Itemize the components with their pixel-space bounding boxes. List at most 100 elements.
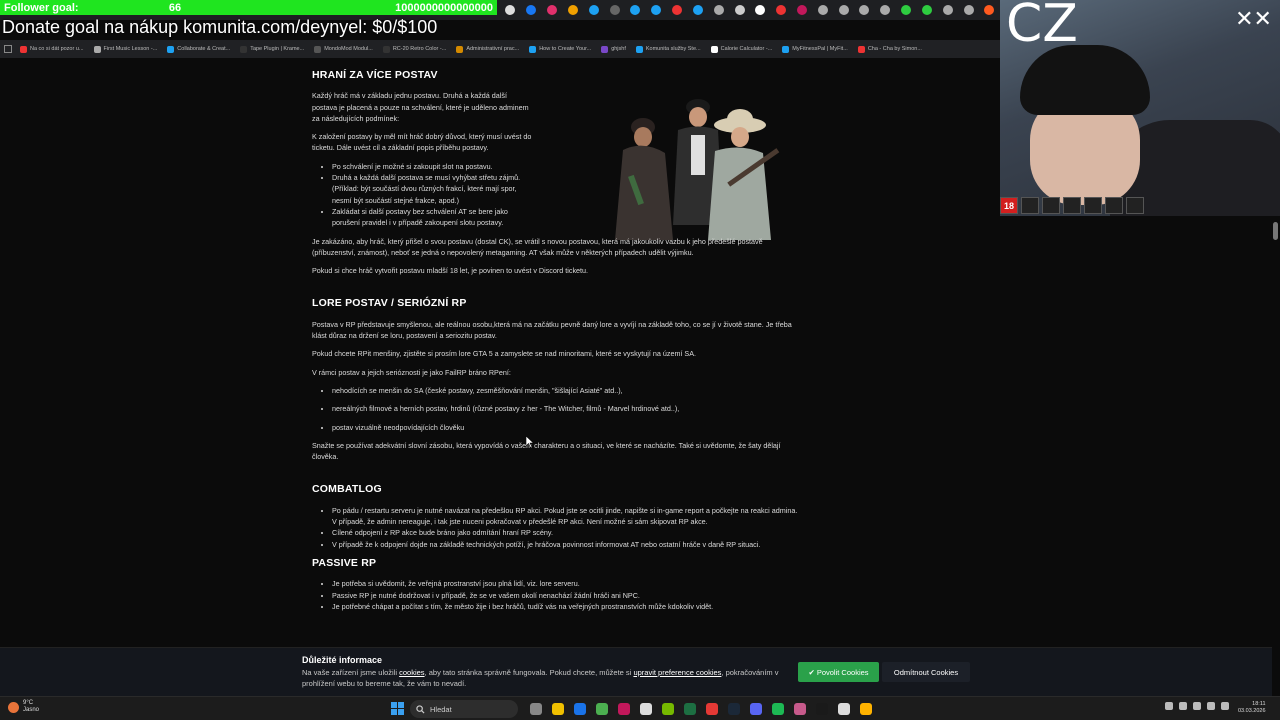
bookmark-item[interactable]: RC-20 Retro Color -... bbox=[382, 45, 446, 53]
taskbar-app-button[interactable] bbox=[636, 699, 656, 719]
follower-goal-current: 66 bbox=[168, 1, 182, 14]
accept-cookies-button[interactable]: ✔ Povolit Cookies bbox=[798, 662, 879, 682]
taskbar-app-button[interactable] bbox=[614, 699, 634, 719]
cookie-preferences-link[interactable]: upravit preference cookies bbox=[633, 668, 721, 677]
taskbar-app-icon bbox=[728, 703, 740, 715]
start-button-icon[interactable] bbox=[391, 702, 404, 715]
browser-tab-icon[interactable] bbox=[500, 0, 521, 20]
bookmark-item[interactable]: Na co si dát pozor u... bbox=[20, 45, 84, 53]
taskbar-app-button[interactable] bbox=[834, 699, 854, 719]
taskbar-app-icon bbox=[596, 703, 608, 715]
search-placeholder: Hledat bbox=[430, 704, 452, 714]
mouse-cursor-icon bbox=[526, 436, 534, 448]
apps-icon[interactable] bbox=[4, 45, 12, 53]
browser-tab-icon[interactable] bbox=[792, 0, 813, 20]
browser-tab-icon[interactable] bbox=[958, 0, 979, 20]
paragraph: K založení postavy by měl mít hráč dobrý… bbox=[312, 132, 532, 153]
bookmark-item[interactable]: Cha - Cha by Simon... bbox=[857, 45, 922, 53]
taskbar-app-icon bbox=[552, 703, 564, 715]
reject-cookies-button[interactable]: Odmítnout Cookies bbox=[882, 662, 970, 682]
content-descriptor-icon bbox=[1084, 197, 1102, 214]
browser-tab-icon[interactable] bbox=[854, 0, 875, 20]
taskbar-app-button[interactable] bbox=[526, 699, 546, 719]
taskbar-app-button[interactable] bbox=[680, 699, 700, 719]
browser-tab-icon[interactable] bbox=[833, 0, 854, 20]
bookmark-item[interactable]: ghjshf bbox=[601, 45, 626, 53]
browser-tab-icon[interactable] bbox=[625, 0, 646, 20]
list-item: nehodících se menšin do SA (české postav… bbox=[332, 385, 802, 396]
page-scrollbar[interactable] bbox=[1272, 216, 1280, 696]
taskbar-app-icon bbox=[640, 703, 652, 715]
browser-tab-icon[interactable] bbox=[979, 0, 1000, 20]
weather-widget[interactable]: 9°C Jasno bbox=[8, 700, 39, 714]
section-heading: COMBATLOG bbox=[312, 483, 382, 496]
bookmark-item[interactable]: Collaborate & Creat... bbox=[167, 45, 230, 53]
browser-tab-icon[interactable] bbox=[917, 0, 938, 20]
taskbar-app-icon bbox=[838, 703, 850, 715]
bookmark-item[interactable]: First Music Lesson -... bbox=[93, 45, 157, 53]
bookmark-item[interactable]: Tape Plugin | Krame... bbox=[240, 45, 304, 53]
browser-tab-icon[interactable] bbox=[750, 0, 771, 20]
list-item: nereálných filmové a herních postav, hrd… bbox=[332, 403, 802, 414]
bookmark-item[interactable]: Administrativní prac... bbox=[456, 45, 519, 53]
tray-volume-icon[interactable] bbox=[1193, 702, 1201, 710]
taskbar-app-button[interactable] bbox=[592, 699, 612, 719]
browser-tab-icon[interactable] bbox=[521, 0, 542, 20]
taskbar-app-icon bbox=[618, 703, 630, 715]
bookmark-item[interactable]: Komunita služby Ste... bbox=[635, 45, 701, 53]
browser-tab-icon[interactable] bbox=[646, 0, 667, 20]
taskbar-clock[interactable]: 18:11 03.03.2026 bbox=[1238, 701, 1266, 715]
bookmarks-bar: Na co si dát pozor u... First Music Lesso… bbox=[0, 40, 1000, 58]
tab-favicon-icon bbox=[963, 5, 974, 15]
browser-tab-icon[interactable] bbox=[562, 0, 583, 20]
tray-network-icon[interactable] bbox=[1179, 702, 1187, 710]
article: HRANÍ ZA VÍCE POSTAV Každý hráč má v zák… bbox=[312, 58, 802, 612]
bookmark-favicon-icon bbox=[93, 45, 101, 53]
browser-tab-icon[interactable] bbox=[542, 0, 563, 20]
bookmark-label: How to Create Your... bbox=[539, 46, 592, 52]
bookmark-favicon-icon bbox=[635, 45, 643, 53]
taskbar-search[interactable]: Hledat bbox=[410, 700, 518, 718]
taskbar-app-button[interactable] bbox=[570, 699, 590, 719]
taskbar-app-icon bbox=[860, 703, 872, 715]
bookmark-item[interactable]: MyFitnessPal | MyFit... bbox=[782, 45, 848, 53]
bookmark-item[interactable]: MondoMod Modul... bbox=[314, 45, 373, 53]
scrollbar-thumb[interactable] bbox=[1273, 222, 1278, 240]
browser-tab-icon[interactable] bbox=[937, 0, 958, 20]
taskbar-app-button[interactable] bbox=[658, 699, 678, 719]
content-ratings: 18 bbox=[1000, 197, 1144, 214]
browser-tab-icon[interactable] bbox=[604, 0, 625, 20]
browser-tab-icon[interactable] bbox=[708, 0, 729, 20]
tray-chevron-icon[interactable] bbox=[1165, 702, 1173, 710]
bullet-list: Po pádu / restartu serveru je nutné navá… bbox=[312, 505, 802, 550]
cookie-text-part: Na vaše zařízení jsme uložili bbox=[302, 668, 400, 677]
donate-goal-text: Donate goal na nákup komunita.com/deynye… bbox=[2, 17, 438, 37]
browser-tab-icon[interactable] bbox=[875, 0, 896, 20]
tab-favicon-icon bbox=[734, 5, 745, 15]
taskbar-app-button[interactable] bbox=[768, 699, 788, 719]
bookmark-item[interactable]: Calorie Calculator -... bbox=[710, 45, 772, 53]
taskbar-app-button[interactable] bbox=[548, 699, 568, 719]
browser-tab-icon[interactable] bbox=[667, 0, 688, 20]
bullet-list: Je potřeba si uvědomit, že veřejná prost… bbox=[312, 578, 802, 612]
browser-tab-icon[interactable] bbox=[896, 0, 917, 20]
streamer-logo-icon: ✕✕ bbox=[1235, 6, 1272, 31]
browser-tab-icon[interactable] bbox=[771, 0, 792, 20]
tray-language-icon[interactable] bbox=[1221, 702, 1229, 710]
taskbar-app-button[interactable] bbox=[702, 699, 722, 719]
browser-tab-icon[interactable] bbox=[812, 0, 833, 20]
taskbar-app-button[interactable] bbox=[746, 699, 766, 719]
tray-battery-icon[interactable] bbox=[1207, 702, 1215, 710]
bookmark-item[interactable]: How to Create Your... bbox=[529, 45, 592, 53]
taskbar-app-button[interactable] bbox=[856, 699, 876, 719]
browser-tab-icon[interactable] bbox=[687, 0, 708, 20]
cookies-link[interactable]: cookies bbox=[399, 668, 424, 677]
taskbar-app-button[interactable] bbox=[724, 699, 744, 719]
browser-tab-icon[interactable] bbox=[583, 0, 604, 20]
paragraph: Pokud chcete RPit menšiny, zjistěte si p… bbox=[312, 349, 697, 359]
bookmark-label: Na co si dát pozor u... bbox=[30, 46, 84, 52]
bookmark-favicon-icon bbox=[314, 45, 322, 53]
taskbar-app-button[interactable] bbox=[812, 699, 832, 719]
taskbar-app-button[interactable] bbox=[790, 699, 810, 719]
browser-tab-icon[interactable] bbox=[729, 0, 750, 20]
